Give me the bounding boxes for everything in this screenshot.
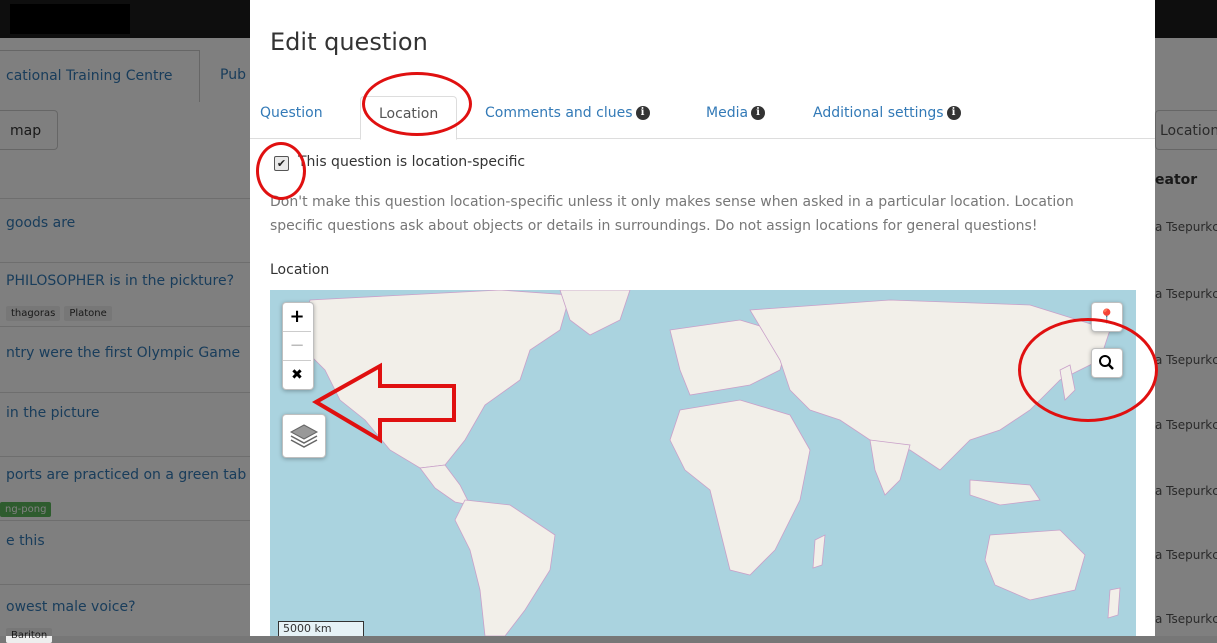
tab-question[interactable]: Question [260,96,323,138]
tab-label: Additional settings [813,105,944,121]
tab-label: Comments and clues [485,105,633,121]
location-help-text: Don't make this question location-specif… [270,194,1074,234]
edit-question-modal: Edit question Question Location Comments… [250,0,1155,636]
fullscreen-icon[interactable]: ✖ [283,361,311,389]
location-label: Location [270,262,330,278]
locate-button[interactable]: 📍 [1091,302,1123,332]
location-map[interactable]: + − ✖ 📍 5000 km [270,290,1136,636]
map-scale: 5000 km [278,621,364,636]
tab-location[interactable]: Location [360,96,458,140]
zoom-in-button[interactable]: + [283,303,311,332]
location-specific-label[interactable]: This question is location-specific [298,154,525,170]
location-specific-checkbox[interactable]: ✔ [274,156,289,171]
tab-media[interactable]: Media i [706,96,766,138]
zoom-out-button[interactable]: − [283,332,311,361]
info-icon: i [635,106,650,120]
info-icon: i [946,106,961,120]
tab-additional-settings[interactable]: Additional settings i [813,96,961,138]
tab-label: Media [706,105,749,121]
info-icon: i [751,106,766,120]
tab-comments-and-clues[interactable]: Comments and clues i [485,96,650,138]
modal-title: Edit question [270,28,428,56]
search-map-button[interactable] [1091,348,1123,378]
world-map-tiles [299,290,1121,636]
map-pin-icon: 📍 [1098,309,1116,325]
annotation-arrow [312,362,456,444]
search-icon [1099,355,1114,370]
